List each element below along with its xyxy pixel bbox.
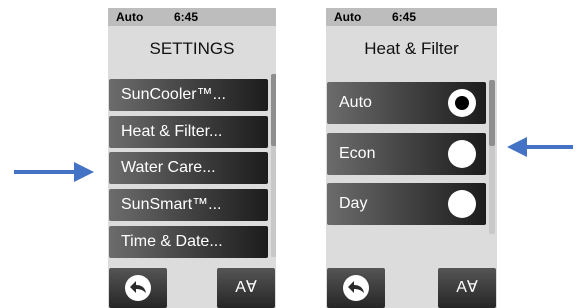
status-mode: Auto	[116, 10, 144, 24]
annotation-arrow-left-icon	[507, 137, 573, 157]
page-title: SETTINGS	[149, 39, 235, 58]
menu-item-heat-filter[interactable]: Heat & Filter...	[109, 116, 268, 148]
scrollbar-thumb[interactable]	[271, 74, 276, 146]
settings-screen: Auto 6:45 SETTINGS SunCooler™... Heat & …	[108, 8, 276, 308]
page-title: Heat & Filter	[364, 39, 459, 58]
menu-item-sunsmart[interactable]: SunSmart™...	[109, 189, 268, 221]
option-label: Econ	[339, 145, 376, 162]
menu-item-time-date[interactable]: Time & Date...	[109, 226, 268, 258]
back-arrow-icon	[125, 275, 151, 301]
back-button[interactable]	[327, 268, 385, 308]
heat-filter-screen: Auto 6:45 Heat & Filter Auto Econ Day A∀	[326, 8, 497, 308]
back-arrow-icon	[343, 275, 369, 301]
menu-item-suncooler[interactable]: SunCooler™...	[109, 79, 268, 111]
status-mode: Auto	[334, 10, 362, 24]
status-time: 6:45	[392, 10, 417, 24]
menu-item-water-care[interactable]: Water Care...	[109, 152, 268, 184]
scrollbar[interactable]	[489, 80, 495, 234]
radio-unselected-icon[interactable]	[448, 140, 476, 168]
up-down-button[interactable]: A∀	[217, 268, 275, 308]
option-label: Day	[339, 195, 368, 212]
scrollbar-thumb[interactable]	[489, 80, 495, 146]
option-day[interactable]: Day	[327, 183, 486, 225]
back-button[interactable]	[109, 268, 167, 308]
status-bar: Auto 6:45	[108, 8, 276, 26]
annotation-arrow-right-icon	[14, 162, 94, 182]
radio-unselected-icon[interactable]	[448, 190, 476, 218]
status-time: 6:45	[174, 10, 199, 24]
up-down-button[interactable]: A∀	[438, 268, 496, 308]
option-econ[interactable]: Econ	[327, 133, 486, 175]
option-label: Auto	[339, 94, 372, 111]
status-bar: Auto 6:45	[326, 8, 497, 26]
radio-selected-icon[interactable]	[448, 89, 476, 117]
scrollbar[interactable]	[271, 74, 276, 257]
option-auto[interactable]: Auto	[327, 82, 486, 124]
